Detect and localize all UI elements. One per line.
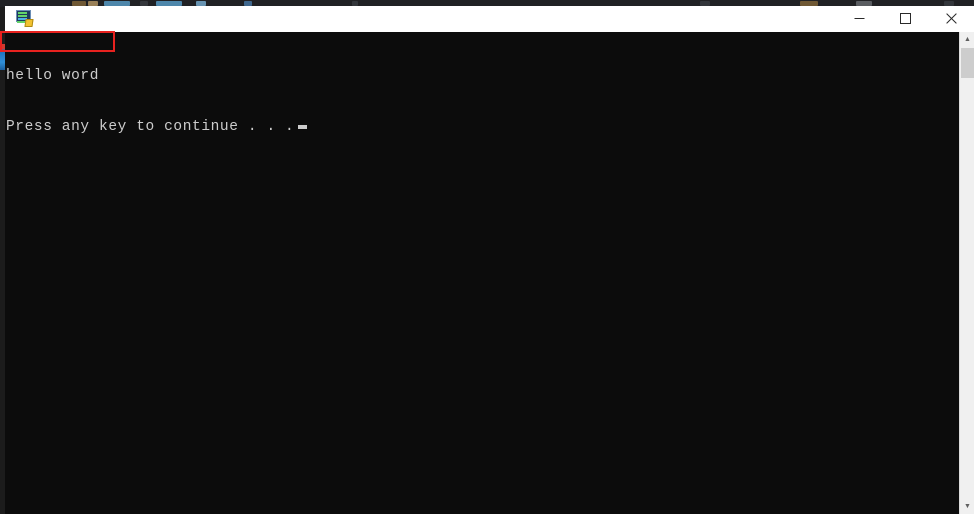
console-cursor <box>298 125 308 129</box>
close-button[interactable] <box>928 6 974 31</box>
title-bar[interactable] <box>5 6 974 32</box>
console-app-icon <box>16 10 34 27</box>
scrollbar-up-arrow-icon[interactable]: ▲ <box>960 32 974 47</box>
console-line-output: hello word <box>6 68 100 84</box>
minimize-button[interactable] <box>836 6 882 31</box>
console-prompt-text: Press any key to continue . . . <box>6 119 295 135</box>
maximize-button[interactable] <box>882 6 928 31</box>
close-icon <box>945 13 957 24</box>
console-output: hello word Press any key to continue . .… <box>5 32 959 514</box>
console-line-prompt: Press any key to continue . . . <box>6 119 959 136</box>
maximize-icon <box>899 13 911 24</box>
vertical-scrollbar[interactable]: ▲ ▼ <box>959 32 974 514</box>
window-controls <box>836 6 974 31</box>
console-window: hello word Press any key to continue . .… <box>5 6 974 514</box>
scrollbar-down-arrow-icon[interactable]: ▼ <box>960 499 974 514</box>
screen: hello word Press any key to continue . .… <box>0 0 974 514</box>
minimize-icon <box>854 18 864 19</box>
scrollbar-thumb[interactable] <box>961 48 974 78</box>
console-body[interactable]: hello word Press any key to continue . .… <box>5 32 974 514</box>
console-app-icon-badge <box>24 19 34 27</box>
